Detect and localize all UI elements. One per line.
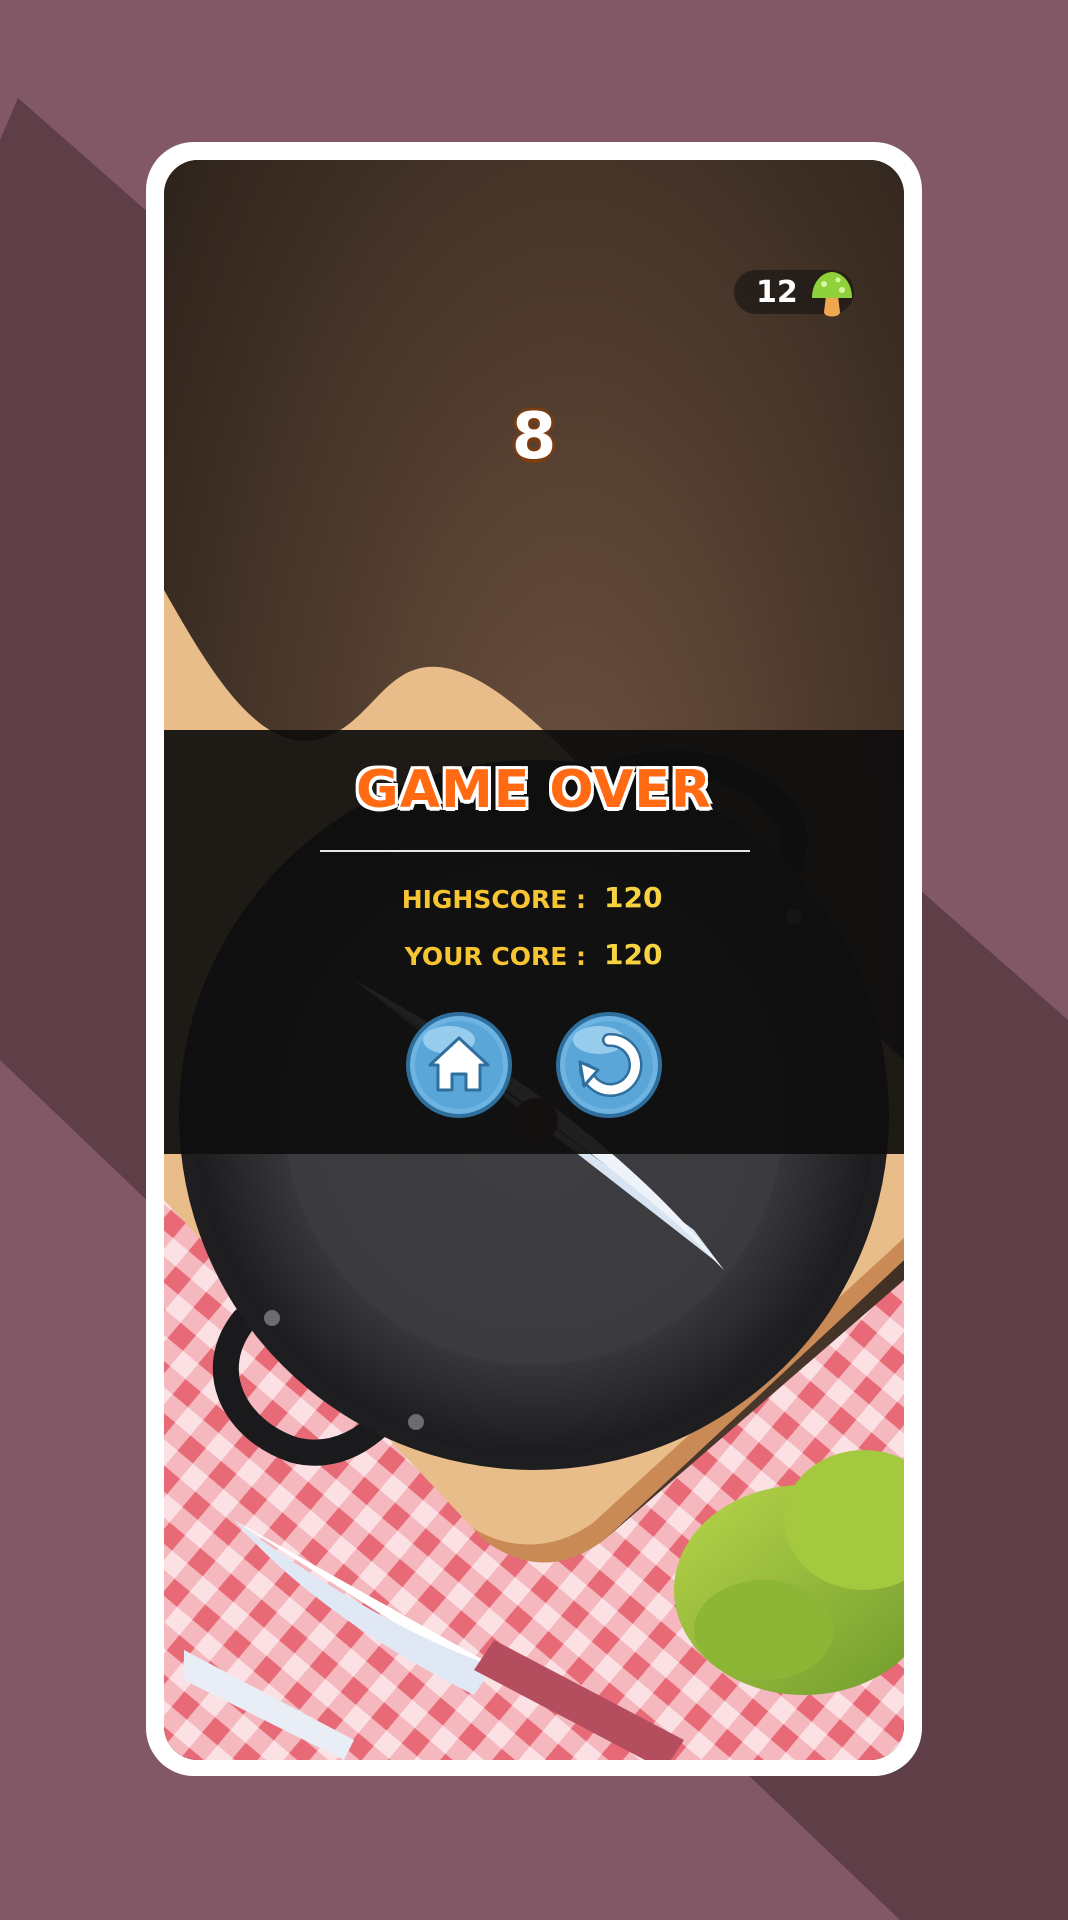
your-score-label: YOUR CORE : bbox=[404, 942, 586, 971]
coin-counter: 12 bbox=[734, 270, 854, 317]
your-score-row: YOUR CORE : 120 bbox=[164, 938, 904, 982]
green-mushroom-icon bbox=[812, 272, 852, 317]
divider bbox=[320, 850, 750, 852]
highscore-label: HIGHSCORE : bbox=[401, 885, 586, 914]
coin-count: 12 bbox=[756, 275, 798, 310]
game-over-panel: GAME OVER HIGHSCORE : 120 YOUR CORE : 12… bbox=[164, 730, 904, 1154]
restart-icon bbox=[556, 1012, 662, 1118]
restart-button[interactable] bbox=[554, 1010, 664, 1120]
home-icon bbox=[406, 1012, 512, 1118]
page: 12 8 GAME OVER HIGHSCORE : 120 YOUR CORE… bbox=[0, 0, 1068, 1920]
home-button[interactable] bbox=[404, 1010, 514, 1120]
highscore-value: 120 bbox=[604, 881, 663, 914]
current-score: 8 bbox=[511, 400, 557, 474]
highscore-row: HIGHSCORE : 120 bbox=[164, 881, 904, 925]
game-over-title: GAME OVER bbox=[356, 760, 712, 820]
your-score-value: 120 bbox=[604, 938, 663, 971]
game-screen: 12 8 GAME OVER HIGHSCORE : 120 YOUR CORE… bbox=[164, 160, 904, 1760]
